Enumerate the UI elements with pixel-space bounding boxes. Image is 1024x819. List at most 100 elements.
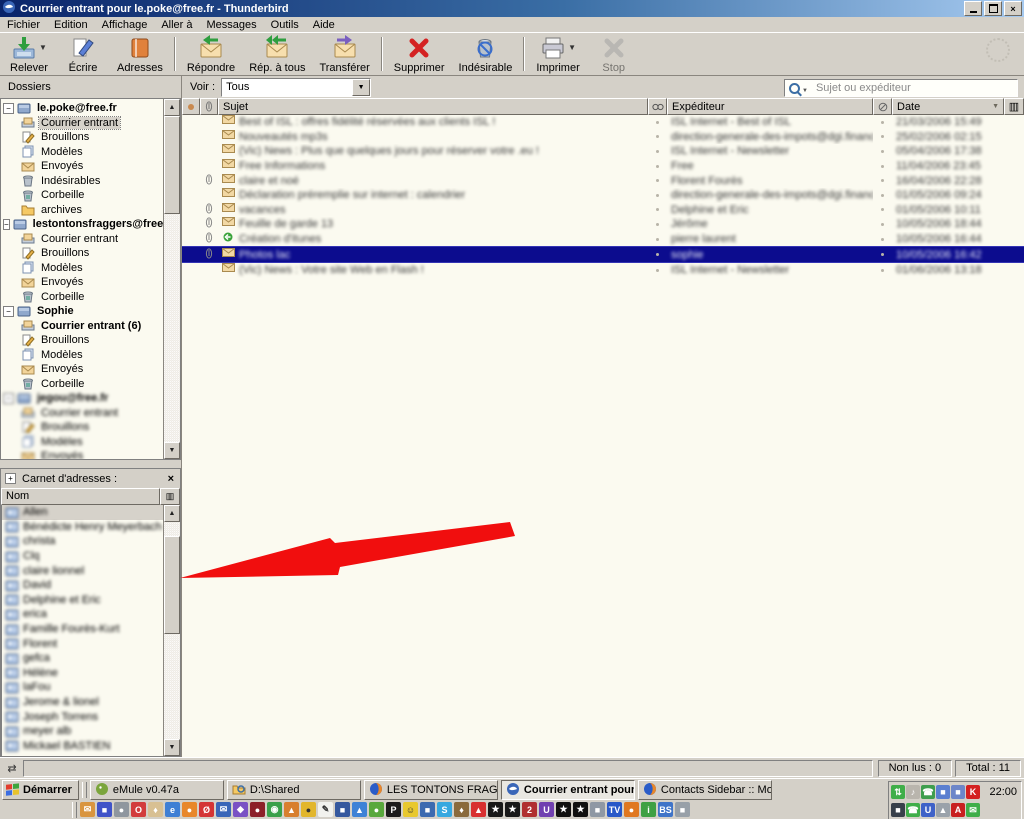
message-row-8[interactable]: Feuille de garde 13Jérôme10/05/2006 18:4… (182, 217, 1024, 232)
message-row-3[interactable]: (Vic) News : Plus que quelques jours pou… (182, 144, 1024, 159)
quicklaunch-chat-icon[interactable]: ■ (335, 802, 350, 817)
message-row-5[interactable]: claire et noéFlorent Fourès16/04/2006 22… (182, 173, 1024, 188)
message-row-9[interactable]: Création d'itunespierre laurent10/05/200… (182, 232, 1024, 247)
quicklaunch-p-black-icon[interactable]: P (386, 802, 401, 817)
quicklaunch-star-box-1-icon[interactable]: ★ (488, 802, 503, 817)
quicklaunch-radio-icon[interactable]: ■ (675, 802, 690, 817)
read-column-header[interactable] (648, 98, 667, 115)
folder-mode-les[interactable]: Modèles (1, 348, 163, 363)
folder-corbeille[interactable]: Corbeille (1, 290, 163, 305)
folder-brouillons[interactable]: Brouillons (1, 246, 163, 261)
collapse-icon[interactable]: − (3, 103, 14, 114)
sender-column-header[interactable]: Expéditeur (667, 98, 873, 115)
quicklaunch-screen-icon[interactable]: ■ (590, 802, 605, 817)
quicklaunch-info-icon[interactable]: i (641, 802, 656, 817)
tray-lan-computers-icon[interactable]: ■ (936, 785, 950, 799)
dropdown-arrow-icon[interactable]: ▼ (39, 43, 47, 52)
message-row-1[interactable]: Best of ISL : offres fidélité réservées … (182, 115, 1024, 130)
folder-corbeille[interactable]: Corbeille (1, 188, 163, 203)
tray-dialer-icon[interactable]: ☎ (906, 803, 920, 817)
toolbar-handle[interactable] (82, 782, 87, 798)
quicklaunch-a2-box-2-icon[interactable]: ★ (573, 802, 588, 817)
quicklaunch-picasa-icon[interactable]: ◆ (233, 802, 248, 817)
quicklaunch-recycle-icon[interactable]: ◉ (267, 802, 282, 817)
menu-edition[interactable]: Edition (47, 18, 95, 32)
folder-corbeille[interactable]: Corbeille (1, 377, 163, 392)
quicklaunch-lock-icon[interactable]: ● (114, 802, 129, 817)
folder-courrier-entrant[interactable]: Courrier entrant (1, 116, 163, 131)
folder-brouillons[interactable]: Brouillons (1, 333, 163, 348)
folder-envoye-s[interactable]: Envoyés (1, 449, 163, 459)
flag-column-header[interactable] (182, 98, 200, 115)
quicklaunch-handle[interactable] (72, 802, 77, 818)
folder-envoye-s[interactable]: Envoyés (1, 362, 163, 377)
restore-button[interactable] (984, 1, 1002, 16)
quicklaunch-ring-icon[interactable]: ● (624, 802, 639, 817)
column-picker-icon[interactable]: ▥ (160, 488, 180, 505)
tray-utorrent-tray-icon[interactable]: U (921, 803, 935, 817)
supprimer-button[interactable]: Supprimer (387, 34, 452, 74)
search-input[interactable]: ▼ Sujet ou expéditeur (784, 79, 1018, 97)
e-crire-button[interactable]: Écrire (56, 34, 110, 74)
task-courrier-entrant-pour-l[interactable]: Courrier entrant pour l... (501, 780, 635, 800)
quicklaunch-skype-icon[interactable]: S (437, 802, 452, 817)
expand-icon[interactable]: + (5, 473, 16, 484)
junk-column-header[interactable] (873, 98, 892, 115)
collapse-icon[interactable]: − (3, 219, 10, 230)
folder-courrier-entrant[interactable]: Courrier entrant (1, 232, 163, 247)
quicklaunch-bs-icon[interactable]: BS (658, 802, 673, 817)
message-row-7[interactable]: vacancesDelphine et Eric01/05/2006 10:11 (182, 203, 1024, 218)
quicklaunch-tv-icon[interactable]: TV (607, 802, 622, 817)
view-dropdown[interactable]: Tous ▼ (221, 78, 371, 97)
message-row-2[interactable]: Nouveautés mp3sdirection-generale-des-im… (182, 130, 1024, 145)
folder-brouillons[interactable]: Brouillons (1, 130, 163, 145)
quicklaunch-red-2-icon[interactable]: 2 (522, 802, 537, 817)
attachment-column-header[interactable] (200, 98, 218, 115)
quicklaunch-pacman-icon[interactable]: ☺ (403, 802, 418, 817)
scroll-down-icon[interactable]: ▼ (164, 739, 180, 756)
contact-joseph-torrens[interactable]: Joseph Torrens (2, 709, 163, 724)
scroll-up-icon[interactable]: ▲ (164, 505, 180, 522)
contact-david[interactable]: David (2, 578, 163, 593)
folder-envoye-s[interactable]: Envoyés (1, 275, 163, 290)
tray-emule-tray-icon[interactable]: ⇅ (891, 785, 905, 799)
contact-jerome-lionel[interactable]: Jerome & lionel (2, 695, 163, 710)
account-sophie[interactable]: −Sophie (1, 304, 163, 319)
scrollbar-thumb[interactable] (164, 116, 180, 214)
folder-pane-scrollbar[interactable]: ▲ ▼ (163, 99, 180, 459)
menu-affichage[interactable]: Affichage (95, 18, 155, 32)
horizontal-splitter[interactable] (0, 460, 181, 468)
tray-ati-icon[interactable]: A (951, 803, 965, 817)
tray-lan-2-icon[interactable]: ■ (951, 785, 965, 799)
message-row-10[interactable]: Photos lacsophie10/05/2006 16:42 (182, 246, 1024, 263)
folder-envoye-s[interactable]: Envoyés (1, 159, 163, 174)
tray-app-dark-icon[interactable]: ■ (891, 803, 905, 817)
name-column-header[interactable]: Nom (1, 488, 160, 505)
quicklaunch-fox-icon[interactable]: ▲ (284, 802, 299, 817)
account-lestontonsfraggers-free-fr[interactable]: −lestontonsfraggers@free.fr (1, 217, 163, 232)
contact-claire-lionnel[interactable]: claire lionnel (2, 563, 163, 578)
account-le-poke-free-fr[interactable]: −le.poke@free.fr (1, 101, 163, 116)
folder-brouillons[interactable]: Brouillons (1, 420, 163, 435)
contact-meyer-alb[interactable]: meyer alb (2, 724, 163, 739)
task-les-tontons-fraggers[interactable]: LES TONTONS FRAGGERS... (364, 780, 498, 800)
menu-outils[interactable]: Outils (264, 18, 306, 32)
contact-lafou[interactable]: laFou (2, 680, 163, 695)
account-jegou-free-fr[interactable]: −jegou@free.fr (1, 391, 163, 406)
quicklaunch-leaf-icon[interactable]: ● (369, 802, 384, 817)
re-pondre-button[interactable]: Répondre (180, 34, 242, 74)
quicklaunch-mail-client-icon[interactable]: ✉ (80, 802, 95, 817)
task-emule-v0-47a[interactable]: eMule v0.47a (90, 780, 224, 800)
quicklaunch-coin-icon[interactable]: ● (301, 802, 316, 817)
address-list-scrollbar[interactable]: ▲ ▼ (163, 505, 180, 756)
re-p-a-tous-button[interactable]: Rép. à tous (242, 34, 312, 74)
quicklaunch-firefox-icon[interactable]: ● (182, 802, 197, 817)
quicklaunch-opera-icon[interactable]: O (131, 802, 146, 817)
contact-clq[interactable]: Clq (2, 549, 163, 564)
folder-mode-les[interactable]: Modèles (1, 145, 163, 160)
imprimer-button[interactable]: ▼Imprimer (529, 34, 586, 74)
tray-netmeeting-icon[interactable]: ☎ (921, 785, 935, 799)
address-book-close-icon[interactable]: × (166, 473, 176, 485)
folder-inde-sirables[interactable]: Indésirables (1, 174, 163, 189)
quicklaunch-hand-icon[interactable]: ♦ (148, 802, 163, 817)
